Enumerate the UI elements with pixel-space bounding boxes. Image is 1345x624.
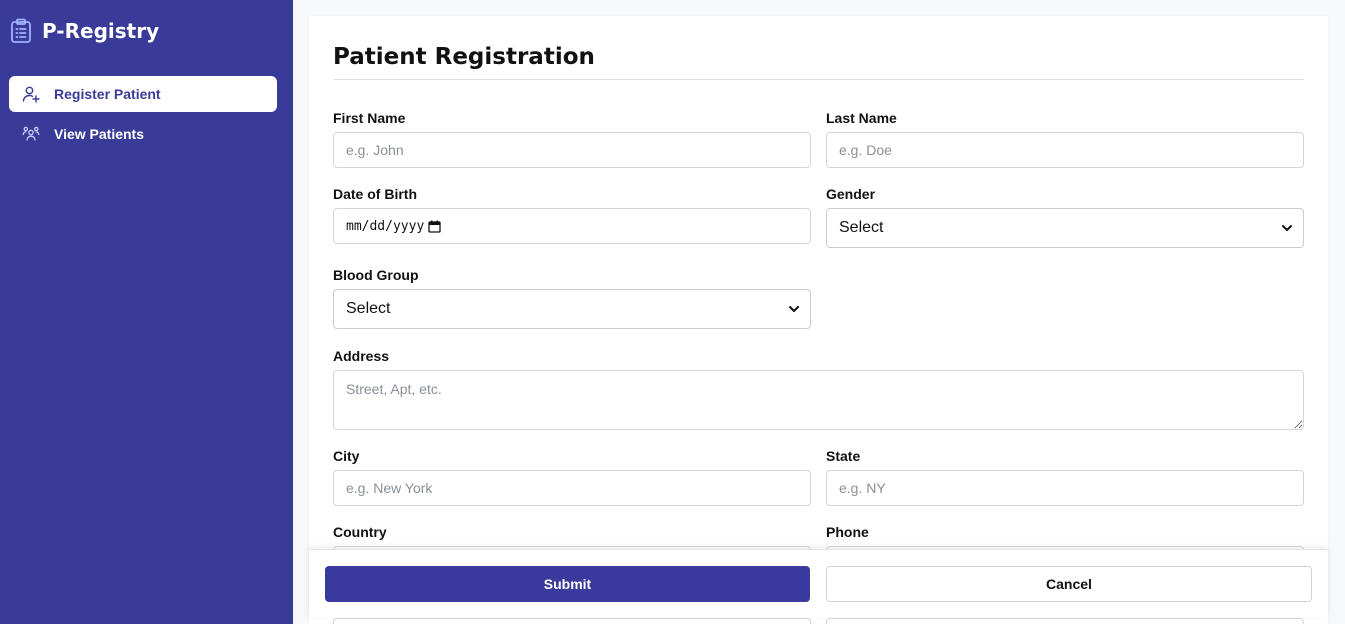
first-name-group: First Name	[333, 110, 811, 168]
dob-group: Date of Birth mm/dd/yyyy	[333, 186, 811, 244]
chevron-down-icon	[788, 303, 800, 315]
dob-placeholder: mm/dd/yyyy	[346, 218, 425, 234]
state-label: State	[826, 448, 861, 464]
next-row-input-right[interactable]	[826, 618, 1304, 624]
blood-group-selected: Select	[346, 300, 391, 317]
city-input[interactable]	[333, 470, 811, 506]
country-label: Country	[333, 524, 387, 540]
registration-card: Patient Registration First Name Last Nam…	[309, 16, 1328, 624]
cancel-button[interactable]: Cancel	[826, 566, 1312, 602]
chevron-down-icon	[1281, 222, 1293, 234]
last-name-group: Last Name	[826, 110, 1304, 168]
blood-group-select[interactable]: Select	[333, 289, 811, 329]
submit-button[interactable]: Submit	[325, 566, 810, 602]
page-title: Patient Registration	[333, 44, 595, 70]
form-action-bar: Submit Cancel	[309, 549, 1328, 617]
clipboard-list-icon	[10, 18, 32, 44]
address-input[interactable]	[333, 370, 1304, 430]
gender-label: Gender	[826, 186, 876, 202]
next-row-input-left[interactable]	[333, 618, 811, 624]
first-name-input[interactable]	[333, 132, 811, 168]
state-group: State	[826, 448, 1304, 506]
city-group: City	[333, 448, 811, 506]
sidebar-item-label: View Patients	[54, 126, 145, 142]
first-name-label: First Name	[333, 110, 406, 126]
dob-input[interactable]: mm/dd/yyyy	[333, 208, 811, 244]
blood-group-label: Blood Group	[333, 267, 419, 283]
user-plus-icon	[22, 85, 40, 103]
gender-selected: Select	[839, 219, 884, 236]
address-group: Address	[333, 348, 1304, 430]
state-input[interactable]	[826, 470, 1304, 506]
sidebar-item-label: Register Patient	[54, 86, 161, 102]
address-label: Address	[333, 348, 390, 364]
last-name-label: Last Name	[826, 110, 897, 126]
dob-label: Date of Birth	[333, 186, 417, 202]
sidebar-item-view-patients[interactable]: View Patients	[9, 116, 277, 152]
sidebar-item-register-patient[interactable]: Register Patient	[9, 76, 277, 112]
calendar-icon[interactable]	[428, 220, 441, 233]
gender-select[interactable]: Select	[826, 208, 1304, 248]
title-divider	[333, 79, 1304, 80]
app-title: P-Registry	[42, 19, 160, 43]
users-icon	[22, 125, 40, 143]
gender-group: Gender Select	[826, 186, 1304, 248]
brand[interactable]: P-Registry	[10, 18, 159, 44]
phone-label: Phone	[826, 524, 869, 540]
city-label: City	[333, 448, 360, 464]
last-name-input[interactable]	[826, 132, 1304, 168]
blood-group-group: Blood Group Select	[333, 267, 811, 329]
sidebar: P-Registry Register Patient View Patient…	[0, 0, 293, 624]
